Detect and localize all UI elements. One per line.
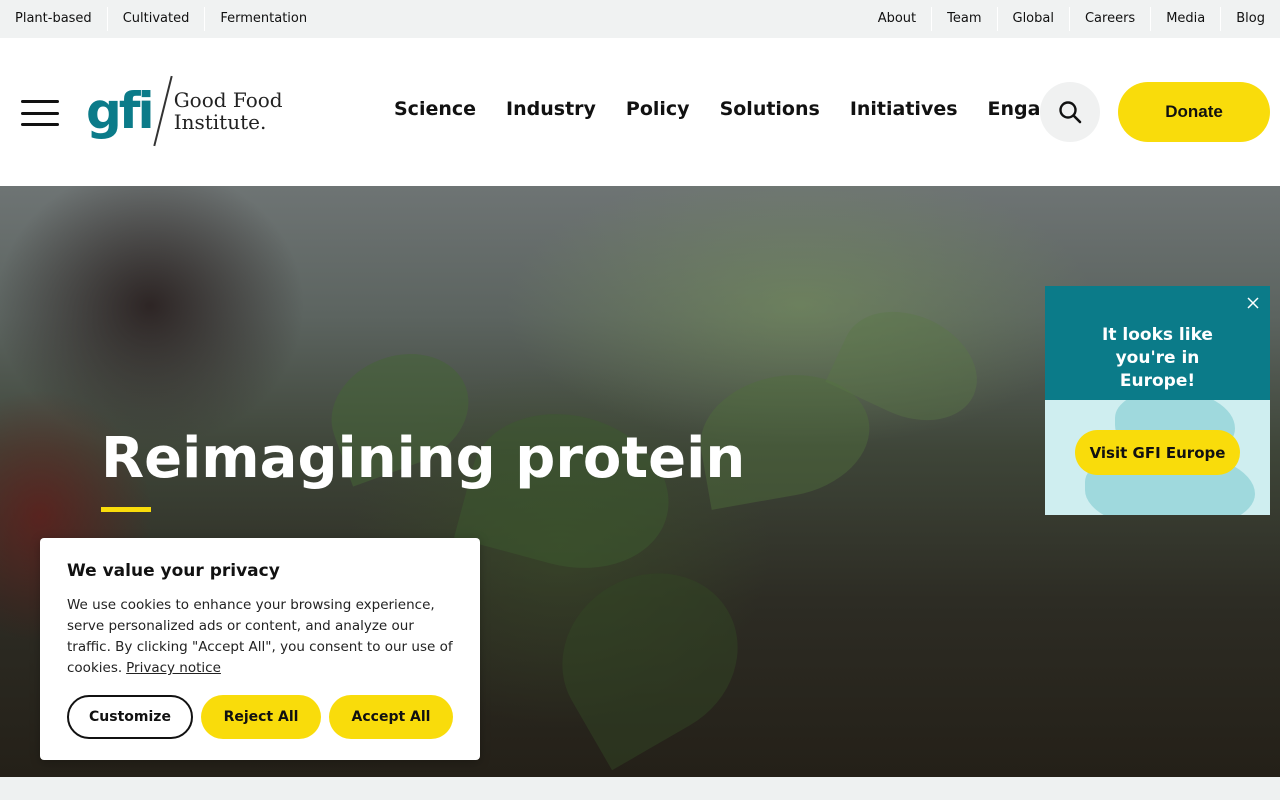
utility-link-cultivated[interactable]: Cultivated [108, 7, 206, 31]
close-icon[interactable] [1246, 296, 1260, 310]
nav-solutions[interactable]: Solutions [720, 98, 820, 120]
utility-link-team[interactable]: Team [932, 7, 998, 31]
europe-redirect-popup: It looks like you're in Europe! Visit GF… [1045, 286, 1270, 515]
nav-science[interactable]: Science [394, 98, 476, 120]
main-nav: Science Industry Policy Solutions Initia… [394, 98, 1067, 120]
hero-foliage [532, 541, 768, 771]
accept-all-button[interactable]: Accept All [329, 695, 453, 739]
utility-link-global[interactable]: Global [998, 7, 1070, 31]
hero-foliage [453, 392, 687, 590]
utility-link-media[interactable]: Media [1151, 7, 1222, 31]
utility-link-blog[interactable]: Blog [1221, 7, 1280, 31]
visit-gfi-europe-button[interactable]: Visit GFI Europe [1075, 430, 1240, 475]
page-bottom-strip [0, 777, 1280, 800]
utility-bar: Plant-based Cultivated Fermentation Abou… [0, 0, 1280, 38]
utility-link-fermentation[interactable]: Fermentation [205, 7, 322, 31]
site-logo[interactable]: gfi Good Food Institute. [86, 75, 296, 147]
hero-title-accent [101, 507, 151, 512]
hero-title: Reimagining protein [101, 426, 746, 491]
cookie-banner-text: We use cookies to enhance your browsing … [67, 595, 457, 679]
cookie-banner-title: We value your privacy [67, 561, 280, 581]
privacy-notice-link[interactable]: Privacy notice [126, 660, 221, 676]
cookie-banner-body: We use cookies to enhance your browsing … [67, 597, 453, 676]
logo-line-1: Good Food [173, 88, 283, 112]
utility-nav-right: About Team Global Careers Media Blog [863, 0, 1280, 38]
customize-button[interactable]: Customize [67, 695, 193, 739]
utility-link-plant-based[interactable]: Plant-based [0, 7, 108, 31]
logo-mark: gfi [86, 82, 155, 140]
nav-policy[interactable]: Policy [626, 98, 690, 120]
nav-industry[interactable]: Industry [506, 98, 596, 120]
hamburger-menu-icon[interactable] [21, 100, 59, 126]
nav-initiatives[interactable]: Initiatives [850, 98, 958, 120]
logo-wordmark: Good Food Institute. [174, 89, 283, 133]
europe-map-image: Visit GFI Europe [1045, 400, 1270, 515]
site-header: gfi Good Food Institute. Science Industr… [0, 38, 1280, 186]
logo-line-2: Institute. [173, 110, 267, 134]
utility-link-careers[interactable]: Careers [1070, 7, 1152, 31]
reject-all-button[interactable]: Reject All [201, 695, 321, 739]
utility-nav-left: Plant-based Cultivated Fermentation [0, 0, 322, 38]
logo-divider [153, 75, 173, 147]
cookie-consent-banner: We value your privacy We use cookies to … [40, 538, 480, 760]
europe-popup-title: It looks like you're in Europe! [1102, 325, 1213, 391]
donate-button[interactable]: Donate [1118, 82, 1270, 142]
utility-link-about[interactable]: About [863, 7, 933, 31]
search-icon [1059, 101, 1082, 124]
search-button[interactable] [1040, 82, 1100, 142]
